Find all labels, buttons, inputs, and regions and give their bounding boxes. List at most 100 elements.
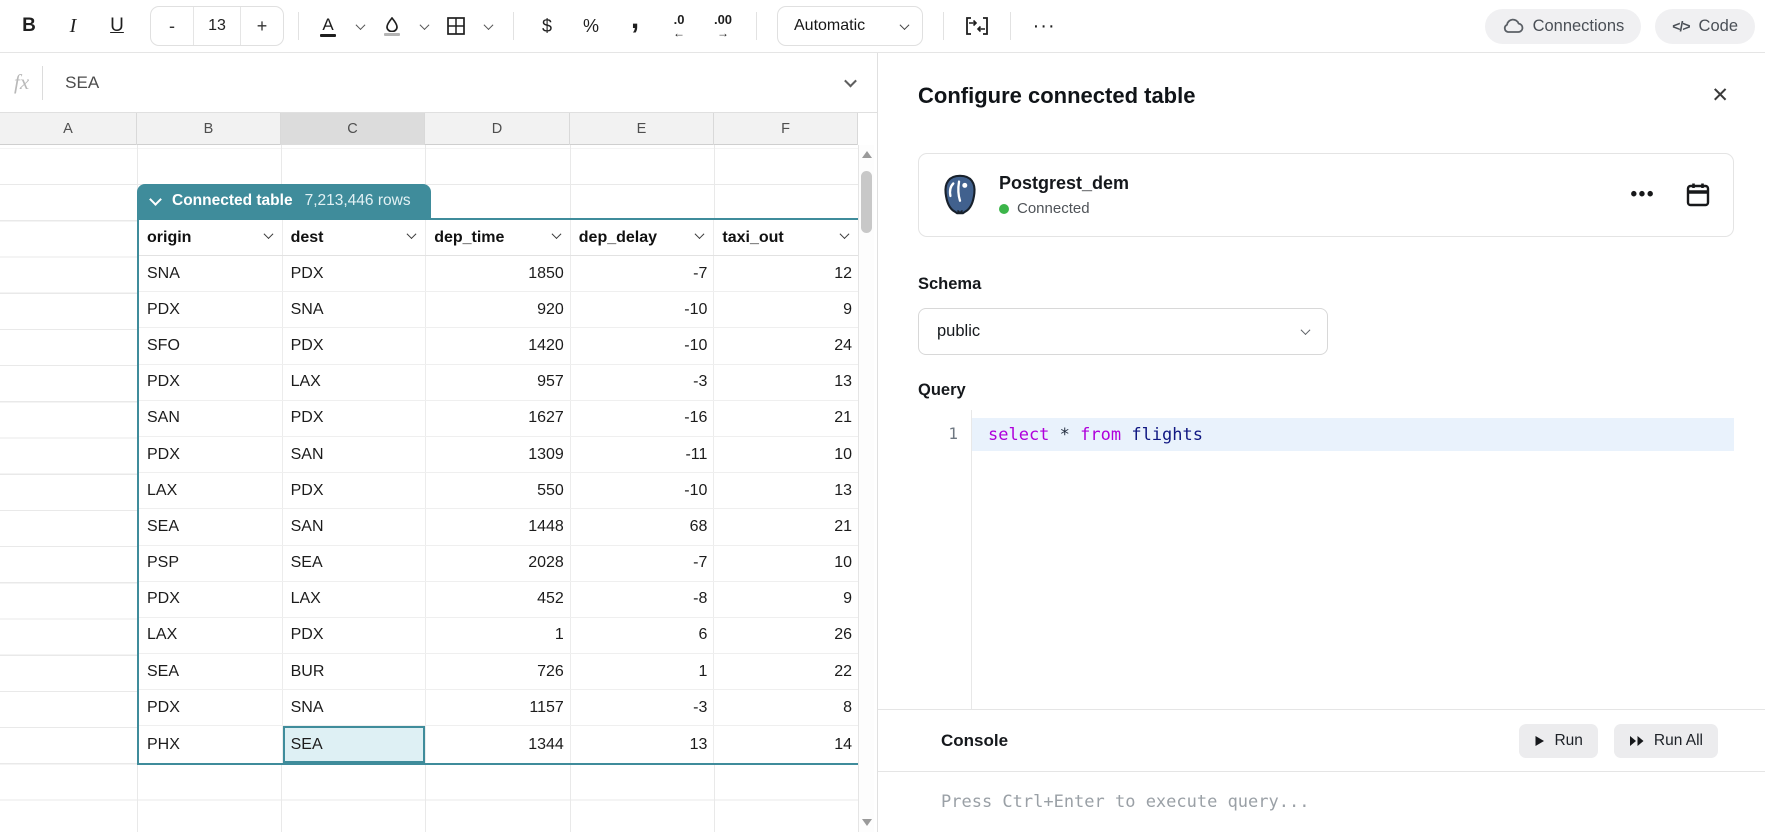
- fill-color-dropdown[interactable]: [413, 7, 435, 45]
- table-cell[interactable]: -8: [571, 582, 715, 617]
- more-options-button[interactable]: ···: [1025, 7, 1063, 45]
- vertical-scrollbar[interactable]: [858, 145, 874, 832]
- close-panel-button[interactable]: ✕: [1711, 85, 1729, 106]
- column-header-B[interactable]: B: [137, 113, 281, 145]
- table-cell[interactable]: -16: [571, 401, 715, 436]
- table-cell[interactable]: -10: [571, 292, 715, 327]
- text-color-dropdown[interactable]: [349, 7, 371, 45]
- table-cell[interactable]: -3: [571, 690, 715, 725]
- table-cell[interactable]: PDX: [283, 328, 427, 363]
- number-format-select[interactable]: Automatic: [777, 6, 923, 46]
- table-cell[interactable]: PDX: [283, 473, 427, 508]
- table-cell[interactable]: 14: [714, 726, 858, 762]
- text-color-button[interactable]: A: [313, 7, 343, 45]
- table-cell[interactable]: 10: [714, 546, 858, 581]
- table-cell[interactable]: 1157: [426, 690, 571, 725]
- borders-button[interactable]: [441, 7, 471, 45]
- fill-color-button[interactable]: [377, 7, 407, 45]
- comma-format-button[interactable]: ,: [616, 7, 654, 45]
- table-cell[interactable]: SNA: [283, 292, 427, 327]
- table-cell[interactable]: BUR: [283, 654, 427, 689]
- column-dropdown-chevron-icon[interactable]: [263, 229, 273, 239]
- scrollbar-thumb[interactable]: [861, 171, 872, 233]
- table-cell[interactable]: SEA: [139, 509, 283, 544]
- collapse-chevron-icon[interactable]: [149, 193, 162, 206]
- currency-format-button[interactable]: $: [528, 7, 566, 45]
- table-cell[interactable]: 10: [714, 437, 858, 472]
- connections-button[interactable]: Connections: [1485, 9, 1642, 44]
- table-cell[interactable]: LAX: [283, 365, 427, 400]
- connected-table-banner[interactable]: Connected table 7,213,446 rows: [137, 184, 431, 218]
- table-cell[interactable]: LAX: [139, 618, 283, 653]
- table-cell[interactable]: 1344: [426, 726, 571, 762]
- decrease-decimals-button[interactable]: .0 ←: [660, 7, 698, 45]
- table-cell[interactable]: 13: [714, 365, 858, 400]
- bold-button[interactable]: B: [10, 7, 48, 45]
- connection-more-button[interactable]: •••: [1631, 184, 1655, 206]
- table-cell[interactable]: 452: [426, 582, 571, 617]
- table-cell[interactable]: SNA: [139, 256, 283, 291]
- formula-input[interactable]: SEA: [43, 73, 846, 93]
- table-cell[interactable]: SFO: [139, 328, 283, 363]
- table-cell[interactable]: 9: [714, 582, 858, 617]
- table-cell[interactable]: 2028: [426, 546, 571, 581]
- table-cell[interactable]: SEA: [139, 654, 283, 689]
- table-cell[interactable]: -3: [571, 365, 715, 400]
- table-cell[interactable]: 1850: [426, 256, 571, 291]
- table-cell[interactable]: 550: [426, 473, 571, 508]
- table-cell[interactable]: PDX: [139, 582, 283, 617]
- selected-cell[interactable]: SEA: [283, 726, 427, 762]
- column-dropdown-chevron-icon[interactable]: [551, 229, 561, 239]
- table-cell[interactable]: SEA: [283, 546, 427, 581]
- table-cell[interactable]: PDX: [139, 690, 283, 725]
- table-cell[interactable]: 13: [714, 473, 858, 508]
- table-cell[interactable]: 957: [426, 365, 571, 400]
- table-cell[interactable]: LAX: [283, 582, 427, 617]
- font-size-decrease-button[interactable]: -: [151, 16, 193, 37]
- table-cell[interactable]: 1420: [426, 328, 571, 363]
- table-cell[interactable]: 8: [714, 690, 858, 725]
- column-header-C[interactable]: C: [281, 113, 425, 145]
- percent-format-button[interactable]: %: [572, 7, 610, 45]
- font-size-increase-button[interactable]: +: [241, 16, 283, 37]
- table-cell[interactable]: 726: [426, 654, 571, 689]
- query-code-line[interactable]: select * from flights: [972, 418, 1734, 451]
- table-cell[interactable]: 21: [714, 401, 858, 436]
- column-header-D[interactable]: D: [425, 113, 570, 145]
- table-cell[interactable]: 6: [571, 618, 715, 653]
- column-dropdown-chevron-icon[interactable]: [407, 229, 417, 239]
- table-cell[interactable]: 9: [714, 292, 858, 327]
- table-cell[interactable]: PDX: [139, 365, 283, 400]
- table-cell[interactable]: -10: [571, 328, 715, 363]
- table-column-header-dest[interactable]: dest: [283, 220, 427, 255]
- table-cell[interactable]: 26: [714, 618, 858, 653]
- table-cell[interactable]: SAN: [283, 509, 427, 544]
- borders-dropdown[interactable]: [477, 7, 499, 45]
- table-cell[interactable]: 21: [714, 509, 858, 544]
- column-dropdown-chevron-icon[interactable]: [695, 229, 705, 239]
- table-cell[interactable]: PDX: [139, 292, 283, 327]
- column-header-F[interactable]: F: [714, 113, 858, 145]
- table-cell[interactable]: LAX: [139, 473, 283, 508]
- table-cell[interactable]: SAN: [139, 401, 283, 436]
- table-cell[interactable]: 1: [426, 618, 571, 653]
- run-all-button[interactable]: Run All: [1614, 724, 1718, 758]
- formula-expand-chevron[interactable]: [844, 75, 857, 88]
- table-cell[interactable]: -11: [571, 437, 715, 472]
- table-column-header-dep_time[interactable]: dep_time: [426, 220, 571, 255]
- column-header-E[interactable]: E: [570, 113, 714, 145]
- increase-decimals-button[interactable]: .00 →: [704, 7, 742, 45]
- table-column-header-origin[interactable]: origin: [139, 220, 283, 255]
- table-cell[interactable]: 1448: [426, 509, 571, 544]
- table-cell[interactable]: PHX: [139, 726, 283, 762]
- column-dropdown-chevron-icon[interactable]: [840, 229, 850, 239]
- table-cell[interactable]: SAN: [283, 437, 427, 472]
- table-cell[interactable]: SNA: [283, 690, 427, 725]
- table-cell[interactable]: 920: [426, 292, 571, 327]
- font-size-value[interactable]: 13: [193, 7, 241, 45]
- table-cell[interactable]: -7: [571, 546, 715, 581]
- table-cell[interactable]: 68: [571, 509, 715, 544]
- table-cell[interactable]: PDX: [283, 256, 427, 291]
- column-header-A[interactable]: A: [0, 113, 137, 145]
- underline-button[interactable]: U: [98, 7, 136, 45]
